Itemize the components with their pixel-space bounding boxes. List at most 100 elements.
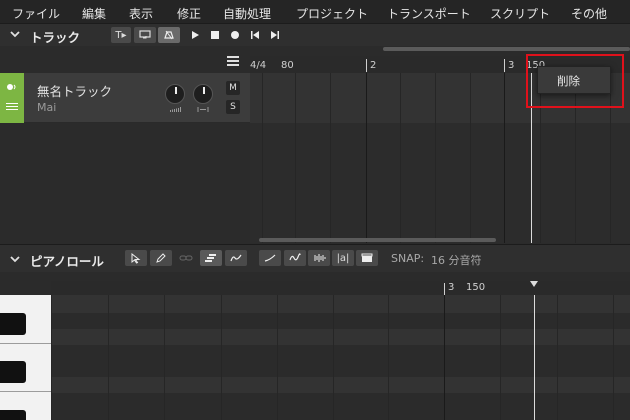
select-tool-button[interactable]	[125, 250, 147, 266]
time-signature[interactable]: 4/4	[250, 60, 266, 71]
record-button[interactable]	[227, 27, 243, 43]
tempo-marker[interactable]: 150	[466, 282, 485, 293]
play-button[interactable]	[187, 27, 203, 43]
menu-bar: ファイル 編集 表示 修正 自動処理 プロジェクト トランスポート スクリプト …	[0, 0, 630, 24]
highlight-box	[526, 54, 624, 108]
menu-view[interactable]: 表示	[129, 5, 153, 22]
volume-knob[interactable]	[165, 84, 185, 104]
link-button[interactable]	[175, 250, 197, 266]
snap-value[interactable]: 16 分音符	[431, 252, 482, 268]
rewind-button[interactable]	[247, 27, 263, 43]
chevron-down-icon[interactable]	[9, 253, 21, 265]
piano-key-black[interactable]	[0, 313, 26, 335]
grid-line	[333, 295, 334, 420]
volume-mode-button[interactable]	[308, 250, 330, 266]
forward-button[interactable]	[267, 27, 283, 43]
play-icon	[192, 31, 199, 39]
menu-edit[interactable]: 編集	[82, 5, 106, 22]
forward-icon	[271, 31, 279, 39]
mute-button[interactable]: M	[226, 81, 240, 95]
track-header[interactable]: 無名トラック Mai M S	[0, 73, 250, 123]
piano-key-divider	[0, 391, 51, 392]
stop-button[interactable]	[207, 27, 223, 43]
grid-line	[51, 295, 52, 420]
pan-icon	[197, 107, 209, 112]
piano-keyboard[interactable]	[0, 295, 51, 420]
bar-marker-2	[366, 59, 367, 72]
grid-line	[435, 73, 436, 243]
grid-line	[470, 73, 471, 243]
track-section-header: トラック T▸	[0, 24, 630, 46]
video-mode-button[interactable]	[356, 250, 378, 266]
grid-line	[613, 295, 614, 420]
grid-line	[330, 73, 331, 243]
piano-roll-ruler[interactable]: 3 150	[51, 281, 630, 295]
cursor-icon	[131, 252, 141, 264]
metronome-button[interactable]	[158, 27, 180, 43]
track-horizontal-scrollbar-top[interactable]	[383, 47, 630, 51]
lyrics-mode-button[interactable]: |a|	[332, 250, 354, 266]
grid-line	[557, 295, 558, 420]
vibrato-mode-button[interactable]	[284, 250, 306, 266]
bar-number-3: 3	[508, 60, 515, 71]
track-name[interactable]: 無名トラック	[37, 81, 112, 100]
piano-key-black[interactable]	[0, 410, 26, 420]
tempo-marker[interactable]: 80	[281, 60, 294, 71]
drag-handle-icon[interactable]	[6, 103, 18, 111]
note-view-button[interactable]	[200, 250, 222, 266]
vibrato-icon	[289, 253, 301, 261]
menu-project[interactable]: プロジェクト	[296, 5, 368, 22]
piano-roll-grid[interactable]	[51, 295, 630, 420]
record-icon	[231, 31, 239, 39]
pitch-curve-button[interactable]	[225, 250, 247, 266]
menu-transport[interactable]: トランスポート	[387, 5, 471, 22]
grid-line	[504, 73, 505, 243]
track-section-title: トラック	[30, 30, 81, 45]
grid-line	[388, 295, 389, 420]
curve-icon	[230, 254, 242, 262]
grid-line	[444, 295, 445, 420]
grid-line	[500, 295, 501, 420]
menu-script[interactable]: スクリプト	[490, 5, 550, 22]
volume-icon	[170, 107, 181, 112]
grid-row-black-key	[51, 345, 630, 361]
menu-other[interactable]: その他	[571, 5, 607, 22]
menu-automation[interactable]: 自動処理	[223, 5, 271, 22]
t-button[interactable]: T▸	[111, 27, 131, 43]
snap-label: SNAP:	[391, 252, 425, 265]
piano-playhead[interactable]	[534, 295, 535, 420]
menu-file[interactable]: ファイル	[12, 5, 60, 22]
track-color-strip[interactable]	[0, 73, 24, 123]
grid-line	[366, 73, 367, 243]
piano-key-divider	[0, 343, 51, 344]
bar-marker-3	[444, 283, 445, 295]
loop-icon	[139, 30, 151, 39]
grid-row-black-key	[51, 313, 630, 329]
pencil-icon	[156, 253, 166, 263]
singer-icon	[7, 84, 16, 90]
rewind-icon	[251, 31, 259, 39]
grid-line	[295, 73, 296, 243]
bar-marker-3	[504, 59, 505, 72]
solo-button[interactable]: S	[226, 100, 240, 114]
link-icon	[179, 255, 193, 261]
grid-line	[164, 295, 165, 420]
clapperboard-icon	[361, 253, 373, 262]
pan-knob[interactable]	[193, 84, 213, 104]
grid-line	[400, 73, 401, 243]
track-singer[interactable]: Mai	[37, 101, 56, 114]
grid-row-black-key	[51, 361, 630, 377]
loop-button[interactable]	[134, 27, 156, 43]
stop-icon	[211, 31, 219, 39]
chevron-down-icon[interactable]	[9, 28, 21, 40]
track-horizontal-scrollbar[interactable]	[259, 238, 496, 242]
piano-key-black[interactable]	[0, 361, 26, 383]
pencil-tool-button[interactable]	[150, 250, 172, 266]
pitch-mode-button[interactable]	[259, 250, 281, 266]
bar-number-2: 2	[370, 60, 377, 71]
hamburger-menu-icon[interactable]	[227, 56, 239, 66]
menu-modify[interactable]: 修正	[177, 5, 201, 22]
grid-row-black-key	[51, 409, 630, 420]
grid-row-black-key	[51, 393, 630, 409]
playhead-marker-icon[interactable]	[530, 281, 538, 287]
